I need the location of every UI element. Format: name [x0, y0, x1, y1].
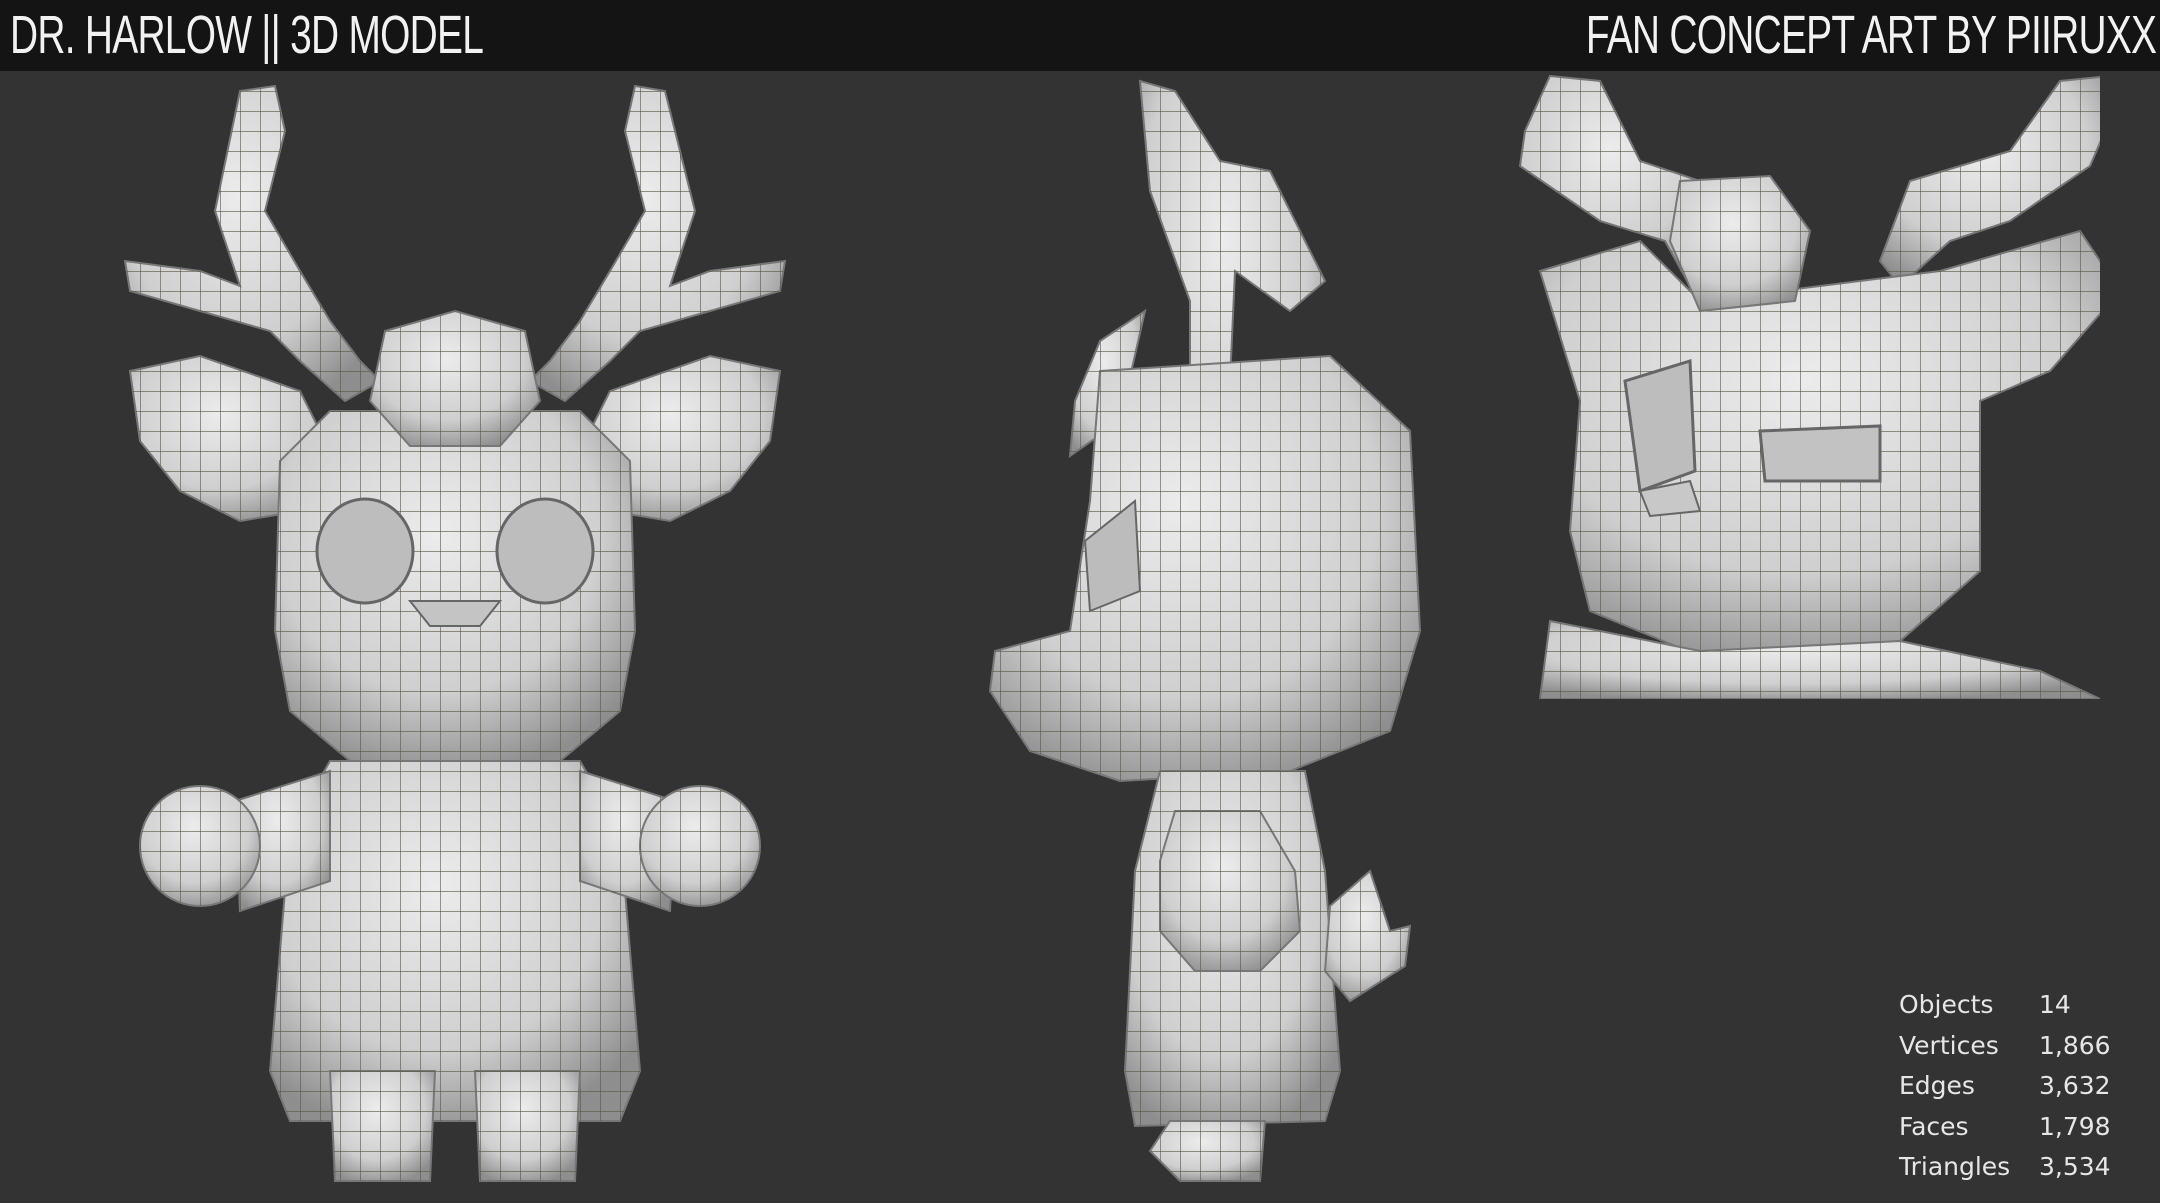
viewport[interactable]: [0, 71, 2160, 1203]
stat-label: Edges: [1899, 1071, 1975, 1100]
stat-label: Triangles: [1899, 1152, 2011, 1181]
stat-edges: Edges 3,632: [1899, 1066, 2129, 1107]
scene-statistics: Objects 14 Vertices 1,866 Edges 3,632 Fa…: [1899, 985, 2129, 1188]
stat-triangles: Triangles 3,534: [1899, 1147, 2129, 1188]
antler-right: [528, 84, 787, 403]
page-title: DR. HARLOW || 3D MODEL: [10, 5, 484, 65]
stat-value: 1,866: [2039, 1030, 2111, 1060]
stat-vertices: Vertices 1,866: [1899, 1026, 2129, 1067]
stat-label: Objects: [1899, 990, 1994, 1019]
stat-label: Faces: [1899, 1111, 1969, 1141]
closeup-view[interactable]: [1518, 74, 2120, 699]
stat-value: 3,632: [2039, 1071, 2111, 1100]
closeup-head: [1538, 174, 2100, 658]
front-view[interactable]: [123, 84, 787, 1182]
arm-left: [139, 769, 331, 913]
credit-text: FAN CONCEPT ART BY PIIRUXX: [1585, 5, 2157, 65]
stat-value: 3,534: [2039, 1152, 2111, 1181]
title-bar: DR. HARLOW || 3D MODEL FAN CONCEPT ART B…: [0, 0, 2160, 71]
side-body: [1123, 770, 1412, 1182]
side-view[interactable]: [988, 79, 1422, 1182]
head-crest: [368, 309, 542, 447]
arm-right: [579, 769, 761, 913]
stat-objects: Objects 14: [1899, 985, 2129, 1026]
stat-faces: Faces 1,798: [1899, 1107, 2129, 1148]
stat-value: 1,798: [2039, 1111, 2111, 1141]
head: [273, 410, 637, 762]
stat-value: 14: [2039, 990, 2071, 1019]
side-head: [988, 354, 1422, 783]
stat-label: Vertices: [1899, 1030, 1999, 1060]
antler-left: [123, 84, 382, 403]
